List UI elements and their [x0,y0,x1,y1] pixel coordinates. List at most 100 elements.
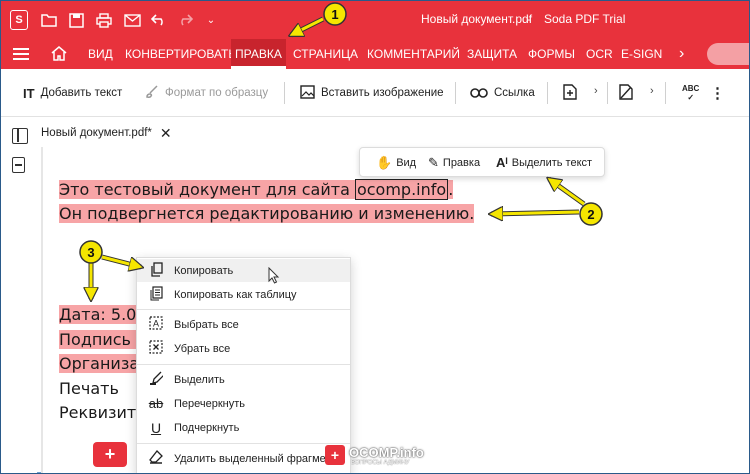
document-title: Новый документ.pdf [421,12,533,26]
edit-toolbar: IT Добавить текст Формат по образцу Вста… [1,69,749,117]
search-input[interactable] [707,43,749,65]
document-tab[interactable]: Новый документ.pdf* ✕ [41,121,172,145]
add-text-icon: IT [23,85,35,101]
ctx-deselect-all[interactable]: Убрать все [137,337,350,360]
chevron-down-icon[interactable]: ⌄ [201,10,221,30]
toolbar-divider [455,82,456,104]
menu-view[interactable]: ВИД [88,39,113,69]
close-icon[interactable]: ✕ [160,125,172,142]
add-page-icon [563,83,577,103]
ctx-delete-selection[interactable]: Удалить выделенный фрагмент [137,447,350,470]
title-bar: S ⌄ Новый документ.pdf - Soda PDF Trial [1,1,749,39]
mini-select-text-label: Выделить текст [511,156,593,169]
ctx-highlight[interactable]: Выделить [137,368,350,391]
select-text-icon: Aᴵ [496,155,508,170]
menu-convert[interactable]: КОНВЕРТИРОВАТЬ [125,39,236,69]
mini-view-label: Вид [396,157,417,169]
bookmark-icon[interactable] [12,157,25,173]
menu-divider [137,443,350,444]
mini-edit-button[interactable]: ✎ Правка [428,155,480,171]
ctx-copy-table[interactable]: Копировать как таблицу [137,283,350,306]
link-icon [470,85,488,101]
ctx-delete-selection-label: Удалить выделенный фрагмент [174,452,337,465]
mini-view-button[interactable]: ✋ Вид [376,155,416,171]
toolbar-divider [665,82,666,104]
doc-line-1[interactable]: Это тестовый документ для сайта ocomp.in… [59,179,454,200]
title-separator: - [527,12,531,26]
add-text-button[interactable]: IT Добавить текст [23,84,122,102]
strikethrough-icon: ab [148,396,164,411]
toolbar-divider [547,82,548,104]
pencil-icon: ✎ [428,155,439,170]
ctx-select-all-label: Выбрать все [174,318,239,331]
swiss-logo: + [93,442,127,467]
remove-page-button[interactable] [619,83,639,102]
doc-line-6[interactable]: Печать [59,378,119,399]
watermark-subtext: ВОПРОСЫ АДМИНУ [351,460,410,466]
doc-site-link: ocomp.info [354,179,449,200]
mini-edit-label: Правка [442,157,481,169]
mail-icon[interactable] [122,10,142,30]
text-mini-toolbar: ✋ Вид ✎ Правка Aᴵ Выделить текст [359,147,605,177]
ctx-strikethrough[interactable]: ab Перечеркнуть [137,392,350,415]
ctx-highlight-label: Выделить [174,373,225,386]
brush-icon [145,84,159,102]
eraser-icon [148,450,164,467]
menu-edit[interactable]: ПРАВКА [231,39,286,69]
doc-line-1-text: Это тестовый документ для сайта [59,180,355,199]
menu-protect[interactable]: ЗАЩИТА [467,39,517,69]
format-painter-button[interactable]: Формат по образцу [145,84,268,102]
menu-divider [137,309,350,310]
hamburger-menu-icon[interactable] [13,48,29,60]
menu-more-chevron-icon[interactable]: › [679,39,684,69]
undo-icon[interactable] [149,10,169,30]
watermark-logo: + [325,445,345,465]
svg-text:A: A [153,319,159,329]
folder-icon[interactable] [39,10,59,30]
panel-toggle-icon[interactable] [12,128,28,144]
ctx-underline[interactable]: U Подчеркнуть [137,416,350,439]
menu-bar: ВИД КОНВЕРТИРОВАТЬ ПРАВКА СТРАНИЦА КОММЕ… [1,39,749,69]
menu-page[interactable]: СТРАНИЦА [293,39,358,69]
link-button[interactable]: Ссылка [470,84,535,102]
menu-comment[interactable]: КОММЕНТАРИЙ [367,39,460,69]
doc-line-6-text: Печать [59,379,119,398]
spellcheck-button[interactable]: ABC ✓ [682,84,699,102]
underline-icon: U [150,419,162,436]
insert-image-label: Вставить изображение [321,87,444,99]
ctx-select-all[interactable]: A Выбрать все [137,313,350,336]
deselect-all-icon [148,340,164,357]
left-rail [1,117,37,473]
more-options-button[interactable]: ⋮ [710,84,725,102]
ctx-strikethrough-label: Перечеркнуть [174,397,246,410]
watermark-text: OCOMP.info [349,445,424,460]
save-icon[interactable] [66,10,86,30]
home-icon[interactable] [51,46,67,65]
ctx-copy-table-label: Копировать как таблицу [174,288,297,301]
ctx-underline-label: Подчеркнуть [174,421,240,434]
doc-line-1-end: . [448,180,454,199]
menu-divider [137,364,350,365]
doc-line-2[interactable]: Он подвергнется редактированию и изменен… [59,203,475,224]
mini-select-text-button[interactable]: Aᴵ Выделить текст [496,155,592,170]
doc-line-7[interactable]: Реквизит [59,402,136,423]
hand-icon: ✋ [376,155,393,170]
chevron-right-icon[interactable]: › [650,85,654,97]
menu-ocr[interactable]: OCR [586,39,613,69]
ctx-copy-label: Копировать [174,264,234,277]
app-window: S ⌄ Новый документ.pdf - Soda PDF Trial … [0,0,750,474]
chevron-right-icon[interactable]: › [594,85,598,97]
mouse-cursor-icon [268,267,280,284]
spellcheck-icon: ABC ✓ [682,84,700,102]
menu-esign[interactable]: E-SIGN [621,39,662,69]
select-all-icon: A [148,316,164,333]
image-icon [300,84,315,102]
link-label: Ссылка [494,87,535,99]
highlighter-icon [148,371,165,388]
add-page-button[interactable] [563,83,583,103]
menu-forms[interactable]: ФОРМЫ [528,39,575,69]
ctx-copy[interactable]: Копировать [137,259,350,282]
print-icon[interactable] [94,10,114,30]
insert-image-button[interactable]: Вставить изображение [300,84,444,102]
redo-icon[interactable] [175,10,195,30]
